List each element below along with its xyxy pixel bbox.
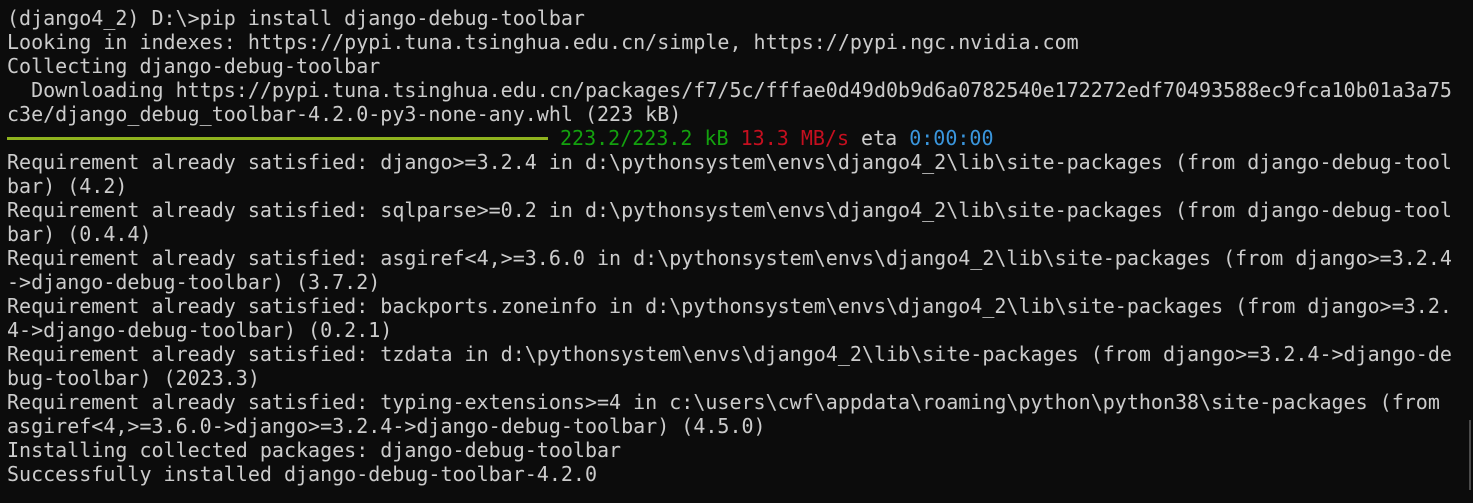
terminal-line: Requirement already satisfied: django>=3… [7,150,1452,174]
terminal-line: Requirement already satisfied: asgiref<4… [7,246,1452,270]
terminal-line: Collecting django-debug-toolbar [7,54,381,78]
progress-size: 223.2/223.2 kB [560,126,729,150]
progress-eta-label: eta [861,126,898,150]
progress-bar [7,126,548,150]
terminal-output-before: (django4_2) D:\>pip install django-debug… [7,6,1473,126]
scrollbar-thumb[interactable] [1469,420,1471,490]
download-progress-line: 223.2/223.2 kB 13.3 MB/s eta 0:00:00 [7,126,1473,150]
terminal-line: Requirement already satisfied: typing-ex… [7,390,1440,414]
progress-eta-value: 0:00:00 [909,126,994,150]
terminal-line: Installing collected packages: django-de… [7,438,622,462]
terminal-line: asgiref<4,>=3.6.0->django>=3.2.4->django… [7,414,766,438]
terminal-line: bar) (4.2) [7,174,128,198]
terminal-line: Requirement already satisfied: tzdata in… [7,342,1452,366]
terminal-output-after: Requirement already satisfied: django>=3… [7,150,1473,486]
terminal-line: Downloading https://pypi.tuna.tsinghua.e… [7,78,1452,102]
terminal-line: Successfully installed django-debug-tool… [7,462,598,486]
terminal-line: bug-toolbar) (2023.3) [7,366,260,390]
terminal-line: bar) (0.4.4) [7,222,152,246]
terminal-line: Requirement already satisfied: backports… [7,294,1452,318]
terminal-line: Looking in indexes: https://pypi.tuna.ts… [7,30,1079,54]
progress-speed: 13.3 MB/s [740,126,849,150]
terminal-line: Requirement already satisfied: sqlparse>… [7,198,1452,222]
progress-bar-fill [7,137,548,140]
terminal-line: c3e/django_debug_toolbar-4.2.0-py3-none-… [7,102,682,126]
terminal-line: 4->django-debug-toolbar) (0.2.1) [7,318,393,342]
terminal-line: ->django-debug-toolbar) (3.7.2) [7,270,381,294]
terminal-line: (django4_2) D:\>pip install django-debug… [7,6,585,30]
terminal-window[interactable]: (django4_2) D:\>pip install django-debug… [0,0,1473,503]
